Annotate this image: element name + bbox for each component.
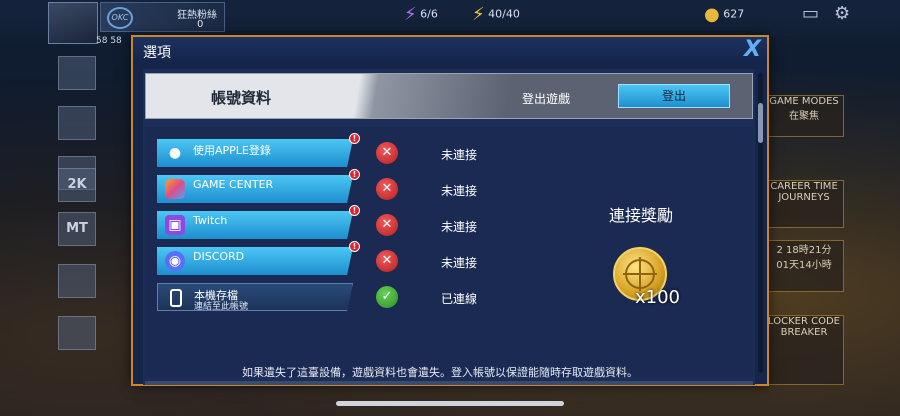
account-label: Twitch [193, 214, 228, 227]
logout-label: 登出遊戲 [522, 92, 571, 106]
game-center-icon [165, 179, 185, 199]
reward-title: 連接獎勵 [609, 206, 674, 225]
stamina-value: 40/40 [488, 7, 520, 21]
team-count: 0 [197, 19, 204, 30]
event-timer-label-2: 01天14小時 [776, 260, 832, 271]
status-text: 已連線 [441, 292, 478, 306]
player-avatar[interactable] [48, 2, 98, 44]
coins-value: 627 [723, 7, 745, 21]
account-label: DISCORD [193, 250, 245, 263]
player-level: 58 58 [96, 36, 122, 46]
modal-title: 選項 [143, 45, 171, 61]
game-modes-panel[interactable]: GAME MODES 在聚焦 [764, 95, 844, 137]
coins-stat[interactable]: ● 627 [704, 4, 744, 25]
not-connected-icon: ✕ [376, 178, 398, 200]
event-timer-label: 2 18時21分 [776, 245, 832, 256]
account-label: 使用APPLE登錄 [193, 144, 271, 157]
list-item: ● 使用APPLE登錄 ! ✕ 未連接 [145, 133, 753, 169]
twitch-icon: ▣ [165, 215, 185, 235]
account-label: GAME CENTER [193, 178, 274, 191]
settings-gear-icon[interactable]: ⚙ [834, 3, 850, 24]
team-logo-icon: OKC [107, 7, 133, 29]
reward-amount: x100 [635, 287, 681, 308]
account-section-title: 帳號資料 [211, 89, 272, 107]
coin-seam [639, 257, 641, 291]
divider [145, 381, 753, 385]
chat-icon[interactable]: ▭ [802, 3, 819, 24]
scrollbar[interactable] [758, 73, 763, 373]
stamina-icon: ⚡ [472, 4, 485, 25]
phone-icon [170, 289, 182, 307]
side-nav-item-cards[interactable] [58, 106, 96, 140]
top-bar: 58 58 OKC 狂熱粉絲 0 ⚡ 6/6 ⚡ 40/40 ● 627 ▭ ⚙ [0, 0, 900, 46]
not-connected-icon: ✕ [376, 214, 398, 236]
side-nav-item-lineup[interactable] [58, 56, 96, 90]
discord-button[interactable]: ◉ DISCORD [157, 247, 353, 275]
alert-badge: ! [349, 133, 360, 144]
energy-stat: ⚡ 6/6 [404, 4, 438, 25]
side-nav-item-players[interactable] [58, 264, 96, 298]
stamina-stat: ⚡ 40/40 [472, 4, 520, 25]
alert-badge: ! [349, 205, 360, 216]
career-journeys-panel[interactable]: CAREER TIME JOURNEYS [764, 180, 844, 228]
close-button[interactable]: X [744, 37, 761, 63]
coin-icon: ● [704, 4, 720, 25]
alert-badge: ! [349, 241, 360, 252]
scrollbar-thumb[interactable] [758, 103, 763, 143]
options-modal: 選項 X 帳號資料 登出遊戲 登出 ● 使用APPLE登錄 ! ✕ 未連接 GA… [131, 35, 769, 386]
team-badge[interactable]: OKC 狂熱粉絲 0 [100, 2, 225, 32]
energy-value: 6/6 [420, 7, 438, 21]
status-text: 未連接 [441, 220, 478, 234]
apple-login-button[interactable]: ● 使用APPLE登錄 [157, 139, 353, 167]
in-focus-label: 在聚焦 [789, 111, 819, 122]
alert-badge: ! [349, 169, 360, 180]
connected-check-icon: ✓ [376, 286, 398, 308]
game-center-button[interactable]: GAME CENTER [157, 175, 353, 203]
apple-icon: ● [168, 145, 182, 161]
energy-icon: ⚡ [404, 4, 417, 25]
side-nav-item-mt[interactable]: MT [58, 212, 96, 246]
local-save-button[interactable]: 本機存檔 連結至此帳號 [157, 283, 353, 311]
game-modes-label: GAME MODES [769, 96, 839, 107]
not-connected-icon: ✕ [376, 142, 398, 164]
account-sublabel: 連結至此帳號 [194, 302, 249, 312]
event-timer-panel: 2 18時21分 01天14小時 [764, 240, 844, 292]
side-nav-item-2k[interactable]: 2K [58, 168, 96, 202]
home-indicator[interactable] [336, 401, 564, 406]
linked-accounts-list: ● 使用APPLE登錄 ! ✕ 未連接 GAME CENTER ! ✕ 未連接 [145, 127, 753, 379]
locker-code-panel[interactable]: LOCKER CODE BREAKER [764, 315, 844, 385]
account-strip: 帳號資料 登出遊戲 登出 [145, 73, 753, 119]
career-journeys-label: CAREER TIME JOURNEYS [770, 181, 838, 203]
logout-button[interactable]: 登出 [618, 84, 730, 108]
status-text: 未連接 [441, 148, 478, 162]
modal-body: 帳號資料 登出遊戲 登出 ● 使用APPLE登錄 ! ✕ 未連接 GAME CE… [143, 69, 755, 385]
discord-icon: ◉ [165, 251, 185, 271]
not-connected-icon: ✕ [376, 250, 398, 272]
locker-code-label: LOCKER CODE BREAKER [768, 316, 840, 338]
status-text: 未連接 [441, 256, 478, 270]
side-nav-item-grid[interactable] [58, 316, 96, 350]
status-text: 未連接 [441, 184, 478, 198]
modal-header: 選項 X [133, 37, 767, 64]
notice-text: 如果遺失了這臺設備，遊戲資料也會遺失。登入帳號以保證能隨時存取遊戲資料。 [242, 366, 638, 379]
list-item: GAME CENTER ! ✕ 未連接 [145, 169, 753, 205]
twitch-button[interactable]: ▣ Twitch [157, 211, 353, 239]
